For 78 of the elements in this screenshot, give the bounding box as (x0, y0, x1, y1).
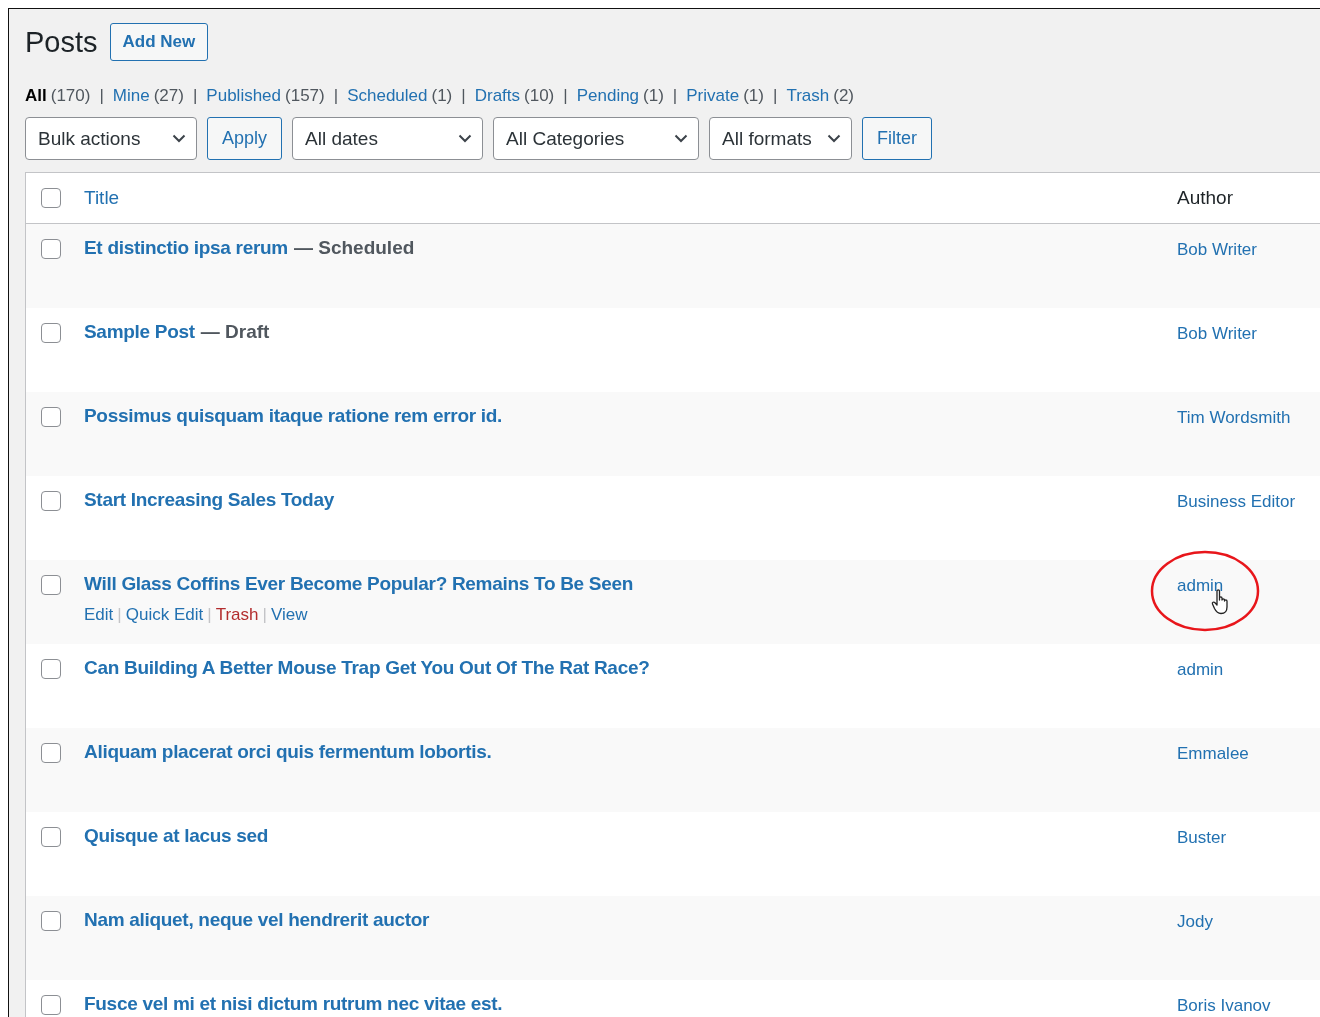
post-state: — Scheduled (293, 237, 415, 259)
post-title-link[interactable]: Sample Post (84, 321, 195, 343)
post-count: (170) (50, 86, 91, 106)
row-checkbox[interactable] (41, 659, 61, 679)
author-link[interactable]: Jody (1177, 912, 1213, 931)
separator: | (672, 86, 678, 106)
post-title-link[interactable]: Possimus quisquam itaque ratione rem error id. (84, 405, 503, 427)
separator: | (461, 86, 466, 106)
row-action-link[interactable]: View (270, 605, 308, 625)
chevron-down-icon (458, 134, 473, 143)
post-title-link[interactable]: Nam aliquet, neque vel hendrerit auctor (84, 909, 430, 931)
row-checkbox[interactable] (41, 575, 61, 595)
post-title-link[interactable]: Will Glass Coffins Ever Become Popular? Remains To Be Seen (84, 573, 634, 595)
status-filter-link[interactable]: Mine (112, 86, 150, 106)
separator: | (563, 86, 568, 106)
row-checkbox[interactable] (41, 827, 61, 847)
dropdown[interactable]: All dates (292, 117, 484, 160)
status-filter-link[interactable]: Scheduled (347, 86, 428, 106)
post-count: (157) (285, 86, 325, 106)
author-link[interactable]: Boris Ivanov (1177, 996, 1271, 1015)
author-link[interactable]: admin (1177, 576, 1224, 595)
post-count: (10) (524, 86, 555, 106)
post-title-link[interactable]: Can Building A Better Mouse Trap Get You Out Of The Rat Race? (84, 657, 650, 679)
post-count: (2) (833, 86, 854, 106)
status-filter-link[interactable]: Published (206, 86, 282, 106)
chevron-down-icon (674, 134, 689, 143)
row-action-link[interactable]: Trash (215, 605, 259, 625)
post-count: (1) (431, 86, 453, 106)
page-title: Posts (25, 25, 98, 59)
post-state: — Draft (200, 321, 270, 343)
status-filter-link[interactable]: Pending (576, 86, 640, 106)
row-checkbox[interactable] (41, 323, 61, 343)
post-title-link[interactable]: Aliquam placerat orci quis fermentum lobortis. (84, 741, 492, 763)
author-link[interactable]: Buster (1177, 828, 1227, 847)
hand-cursor-icon (1211, 589, 1231, 615)
post-count: (1) (643, 86, 664, 106)
author-link[interactable]: Bob Writer (1177, 324, 1257, 343)
row-checkbox[interactable] (41, 995, 61, 1015)
row-action-link[interactable]: Edit (84, 605, 114, 625)
row-checkbox[interactable] (41, 491, 61, 511)
dropdown[interactable]: Bulk actions (25, 117, 197, 160)
dropdown[interactable]: All formats (709, 117, 853, 160)
row-checkbox[interactable] (41, 743, 61, 763)
dropdown[interactable]: All Categories (493, 117, 700, 160)
author-link[interactable]: Tim Wordsmith (1177, 408, 1291, 427)
status-filter-link[interactable]: Trash (786, 86, 830, 106)
select-all-checkbox[interactable] (41, 188, 61, 208)
chevron-down-icon (827, 134, 842, 143)
status-filter-link[interactable]: Drafts (474, 86, 521, 106)
chevron-down-icon (172, 134, 186, 143)
post-title-link[interactable]: Quisque at lacus sed (84, 825, 269, 847)
row-checkbox[interactable] (41, 911, 61, 931)
separator: | (117, 605, 122, 625)
title-column-header[interactable]: Title (84, 187, 120, 208)
add-new-button[interactable]: Add New (109, 23, 209, 61)
separator: | (262, 605, 267, 625)
author-link[interactable]: Business Editor (1177, 492, 1296, 511)
separator: | (333, 86, 339, 106)
separator: | (99, 86, 104, 106)
post-title-link[interactable]: Fusce vel mi et nisi dictum rutrum nec vitae est. (84, 993, 503, 1015)
author-column-header: Author (1177, 187, 1233, 208)
status-filter-link[interactable]: All (25, 86, 47, 106)
post-title-link[interactable]: Et distinctio ipsa rerum (84, 237, 288, 259)
row-action-link[interactable]: Quick Edit (125, 605, 204, 625)
action-button[interactable]: Apply (207, 117, 283, 160)
author-link[interactable]: Bob Writer (1177, 240, 1257, 259)
author-link[interactable]: Emmalee (1177, 744, 1249, 763)
author-link[interactable]: admin (1177, 660, 1224, 679)
separator: | (192, 86, 198, 106)
action-button[interactable]: Filter (862, 117, 933, 160)
post-title-link[interactable]: Start Increasing Sales Today (84, 489, 334, 511)
status-filter-link[interactable]: Private (686, 86, 740, 106)
post-count: (27) (153, 86, 184, 106)
post-count: (1) (743, 86, 764, 106)
separator: | (207, 605, 212, 625)
separator: | (773, 86, 778, 106)
row-checkbox[interactable] (41, 239, 61, 259)
row-checkbox[interactable] (41, 407, 61, 427)
